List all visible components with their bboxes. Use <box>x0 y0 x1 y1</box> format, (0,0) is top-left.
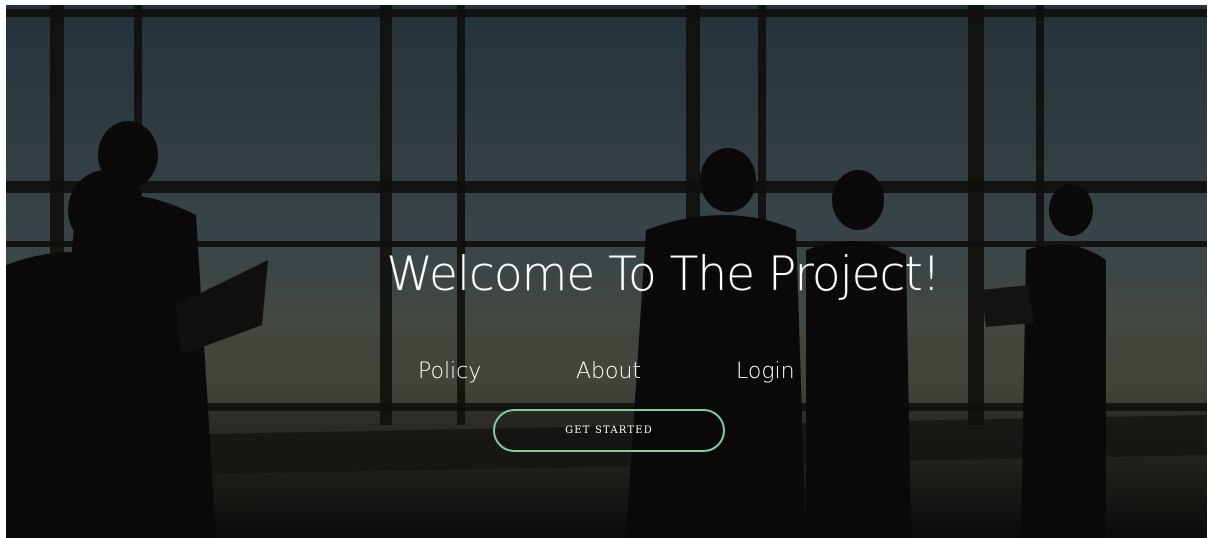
get-started-button[interactable]: GET STARTED <box>493 409 725 452</box>
hero-title: Welcome To The Project! <box>386 247 940 302</box>
hero-section: Welcome To The Project! Policy About Log… <box>6 5 1207 538</box>
nav-link-login[interactable]: Login <box>736 357 795 387</box>
nav-link-about[interactable]: About <box>576 357 641 387</box>
nav-link-policy[interactable]: Policy <box>418 357 481 387</box>
